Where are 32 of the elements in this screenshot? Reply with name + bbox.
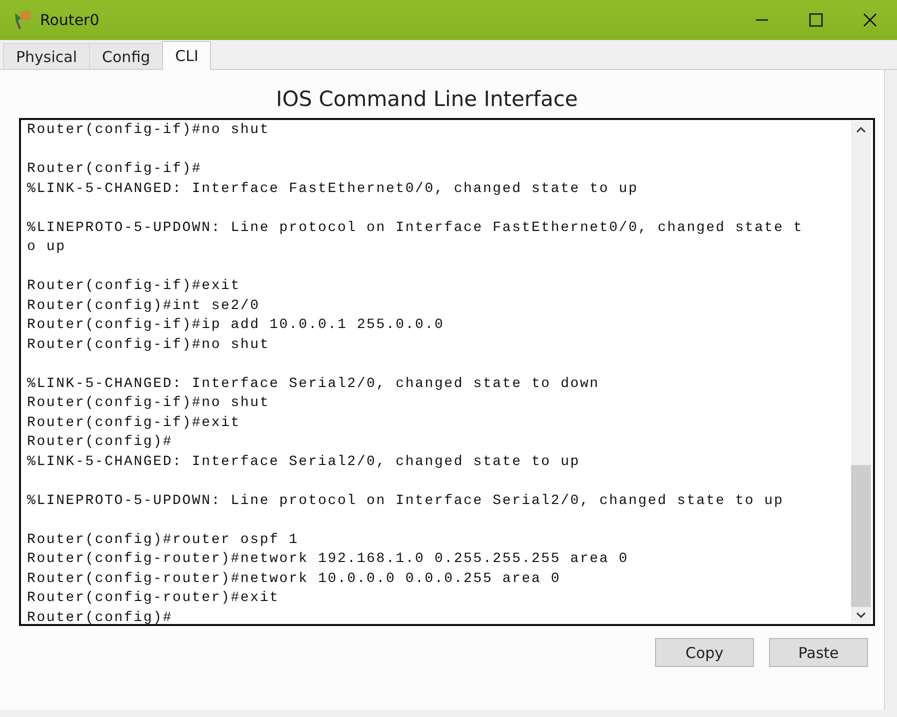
- console-line: %LINK-5-CHANGED: Interface FastEthernet0/0, changed state to up: [27, 180, 638, 198]
- console-line: Router(config-if)#no shut: [27, 394, 270, 413]
- console-line: Router(config-router)#exit: [27, 589, 280, 608]
- tab[interactable]: CLI: [162, 41, 212, 70]
- tab[interactable]: Config: [89, 43, 164, 69]
- console-line: Router(config)#: [27, 433, 173, 452]
- console-line: %LINEPROTO-5-UPDOWN: Line protocol on Interface FastEthernet0/0, changed state t: [27, 218, 804, 238]
- console-line: %LINK-5-CHANGED: Interface Serial2/0, changed state to up: [27, 452, 580, 472]
- console-line: Router(config)#: [27, 608, 173, 624]
- console-line: %LINK-5-CHANGED: Interface Serial2/0, changed state to down: [27, 374, 600, 394]
- console-line: Router(config-router)#network 10.0.0.0 0.0.0.255 area 0: [27, 570, 561, 588]
- action-button[interactable]: Copy: [655, 638, 754, 667]
- panel-heading: IOS Command Line Interface: [276, 86, 578, 113]
- close-icon: [863, 13, 877, 27]
- console-line: Router(config-if)#ip add 10.0.0.1 255.0.0.0: [27, 316, 444, 335]
- console-line: Router(config-if)#exit: [27, 277, 240, 296]
- tab[interactable]: Physical: [3, 43, 90, 69]
- action-button[interactable]: Paste: [769, 638, 868, 667]
- scroll-thumb[interactable]: [851, 465, 871, 607]
- console-line: Router(config)#int se2/0: [27, 296, 260, 316]
- console-line: Router(config-if)#: [27, 160, 202, 179]
- console-line: Router(config)#router ospf 1: [27, 530, 299, 550]
- console-line: Router(config-if)#no shut: [27, 121, 270, 140]
- console-line: Router(config-if)#exit: [27, 414, 240, 432]
- console-line: o up: [27, 238, 66, 257]
- console-line: %LINEPROTO-5-UPDOWN: Line protocol on Interface Serial2/0, changed state to up: [27, 492, 784, 510]
- maximize-icon: [809, 13, 823, 27]
- console-line: Router(config-router)#network 192.168.1.0 0.255.255.255 area 0: [27, 550, 628, 569]
- scrollbar[interactable]: [851, 121, 871, 623]
- window-title: Router0: [40, 11, 100, 29]
- console-line: Router(config-if)#no shut: [27, 336, 270, 354]
- router-icon: [12, 9, 34, 31]
